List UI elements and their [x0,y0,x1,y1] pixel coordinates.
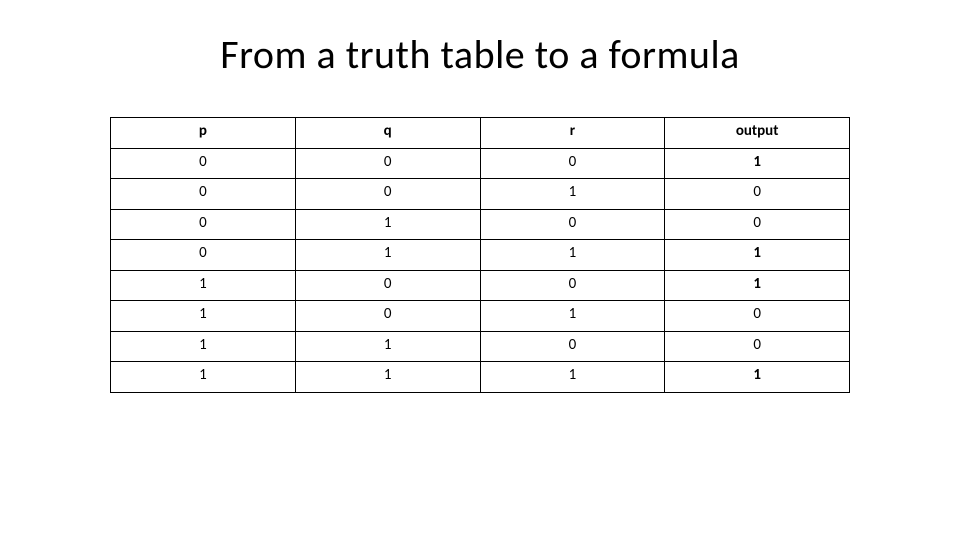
table-row: 0 0 1 0 [111,179,850,210]
cell: 1 [111,331,296,362]
col-header-q: q [295,118,480,149]
table-row: 1 1 0 0 [111,331,850,362]
cell: 1 [111,301,296,332]
cell-output: 1 [665,362,850,393]
truth-table-container: p q r output 0 0 0 1 0 0 1 0 [110,117,850,393]
cell-output: 0 [665,331,850,362]
cell: 0 [111,209,296,240]
cell: 1 [295,240,480,271]
cell: 0 [111,179,296,210]
cell: 0 [480,148,665,179]
cell-output: 0 [665,209,850,240]
cell-output: 0 [665,301,850,332]
cell: 0 [295,179,480,210]
cell: 1 [295,209,480,240]
table-row: 0 0 0 1 [111,148,850,179]
cell: 1 [111,362,296,393]
cell: 1 [295,362,480,393]
table-row: 1 0 1 0 [111,301,850,332]
cell: 1 [480,240,665,271]
cell-output: 1 [665,270,850,301]
col-header-r: r [480,118,665,149]
col-header-p: p [111,118,296,149]
table-row: 0 1 0 0 [111,209,850,240]
cell: 1 [295,331,480,362]
cell: 1 [111,270,296,301]
slide-title: From a truth table to a formula [0,30,960,79]
table-header-row: p q r output [111,118,850,149]
cell: 0 [295,270,480,301]
cell: 1 [480,301,665,332]
cell-output: 1 [665,148,850,179]
col-header-output: output [665,118,850,149]
cell: 0 [480,331,665,362]
truth-table: p q r output 0 0 0 1 0 0 1 0 [110,117,850,393]
cell: 1 [480,179,665,210]
cell: 0 [111,148,296,179]
cell-output: 1 [665,240,850,271]
cell: 0 [295,301,480,332]
slide: From a truth table to a formula p q r ou… [0,0,960,540]
table-row: 1 0 0 1 [111,270,850,301]
cell: 1 [480,362,665,393]
table-row: 1 1 1 1 [111,362,850,393]
table-row: 0 1 1 1 [111,240,850,271]
cell: 0 [480,209,665,240]
cell-output: 0 [665,179,850,210]
cell: 0 [295,148,480,179]
cell: 0 [111,240,296,271]
cell: 0 [480,270,665,301]
